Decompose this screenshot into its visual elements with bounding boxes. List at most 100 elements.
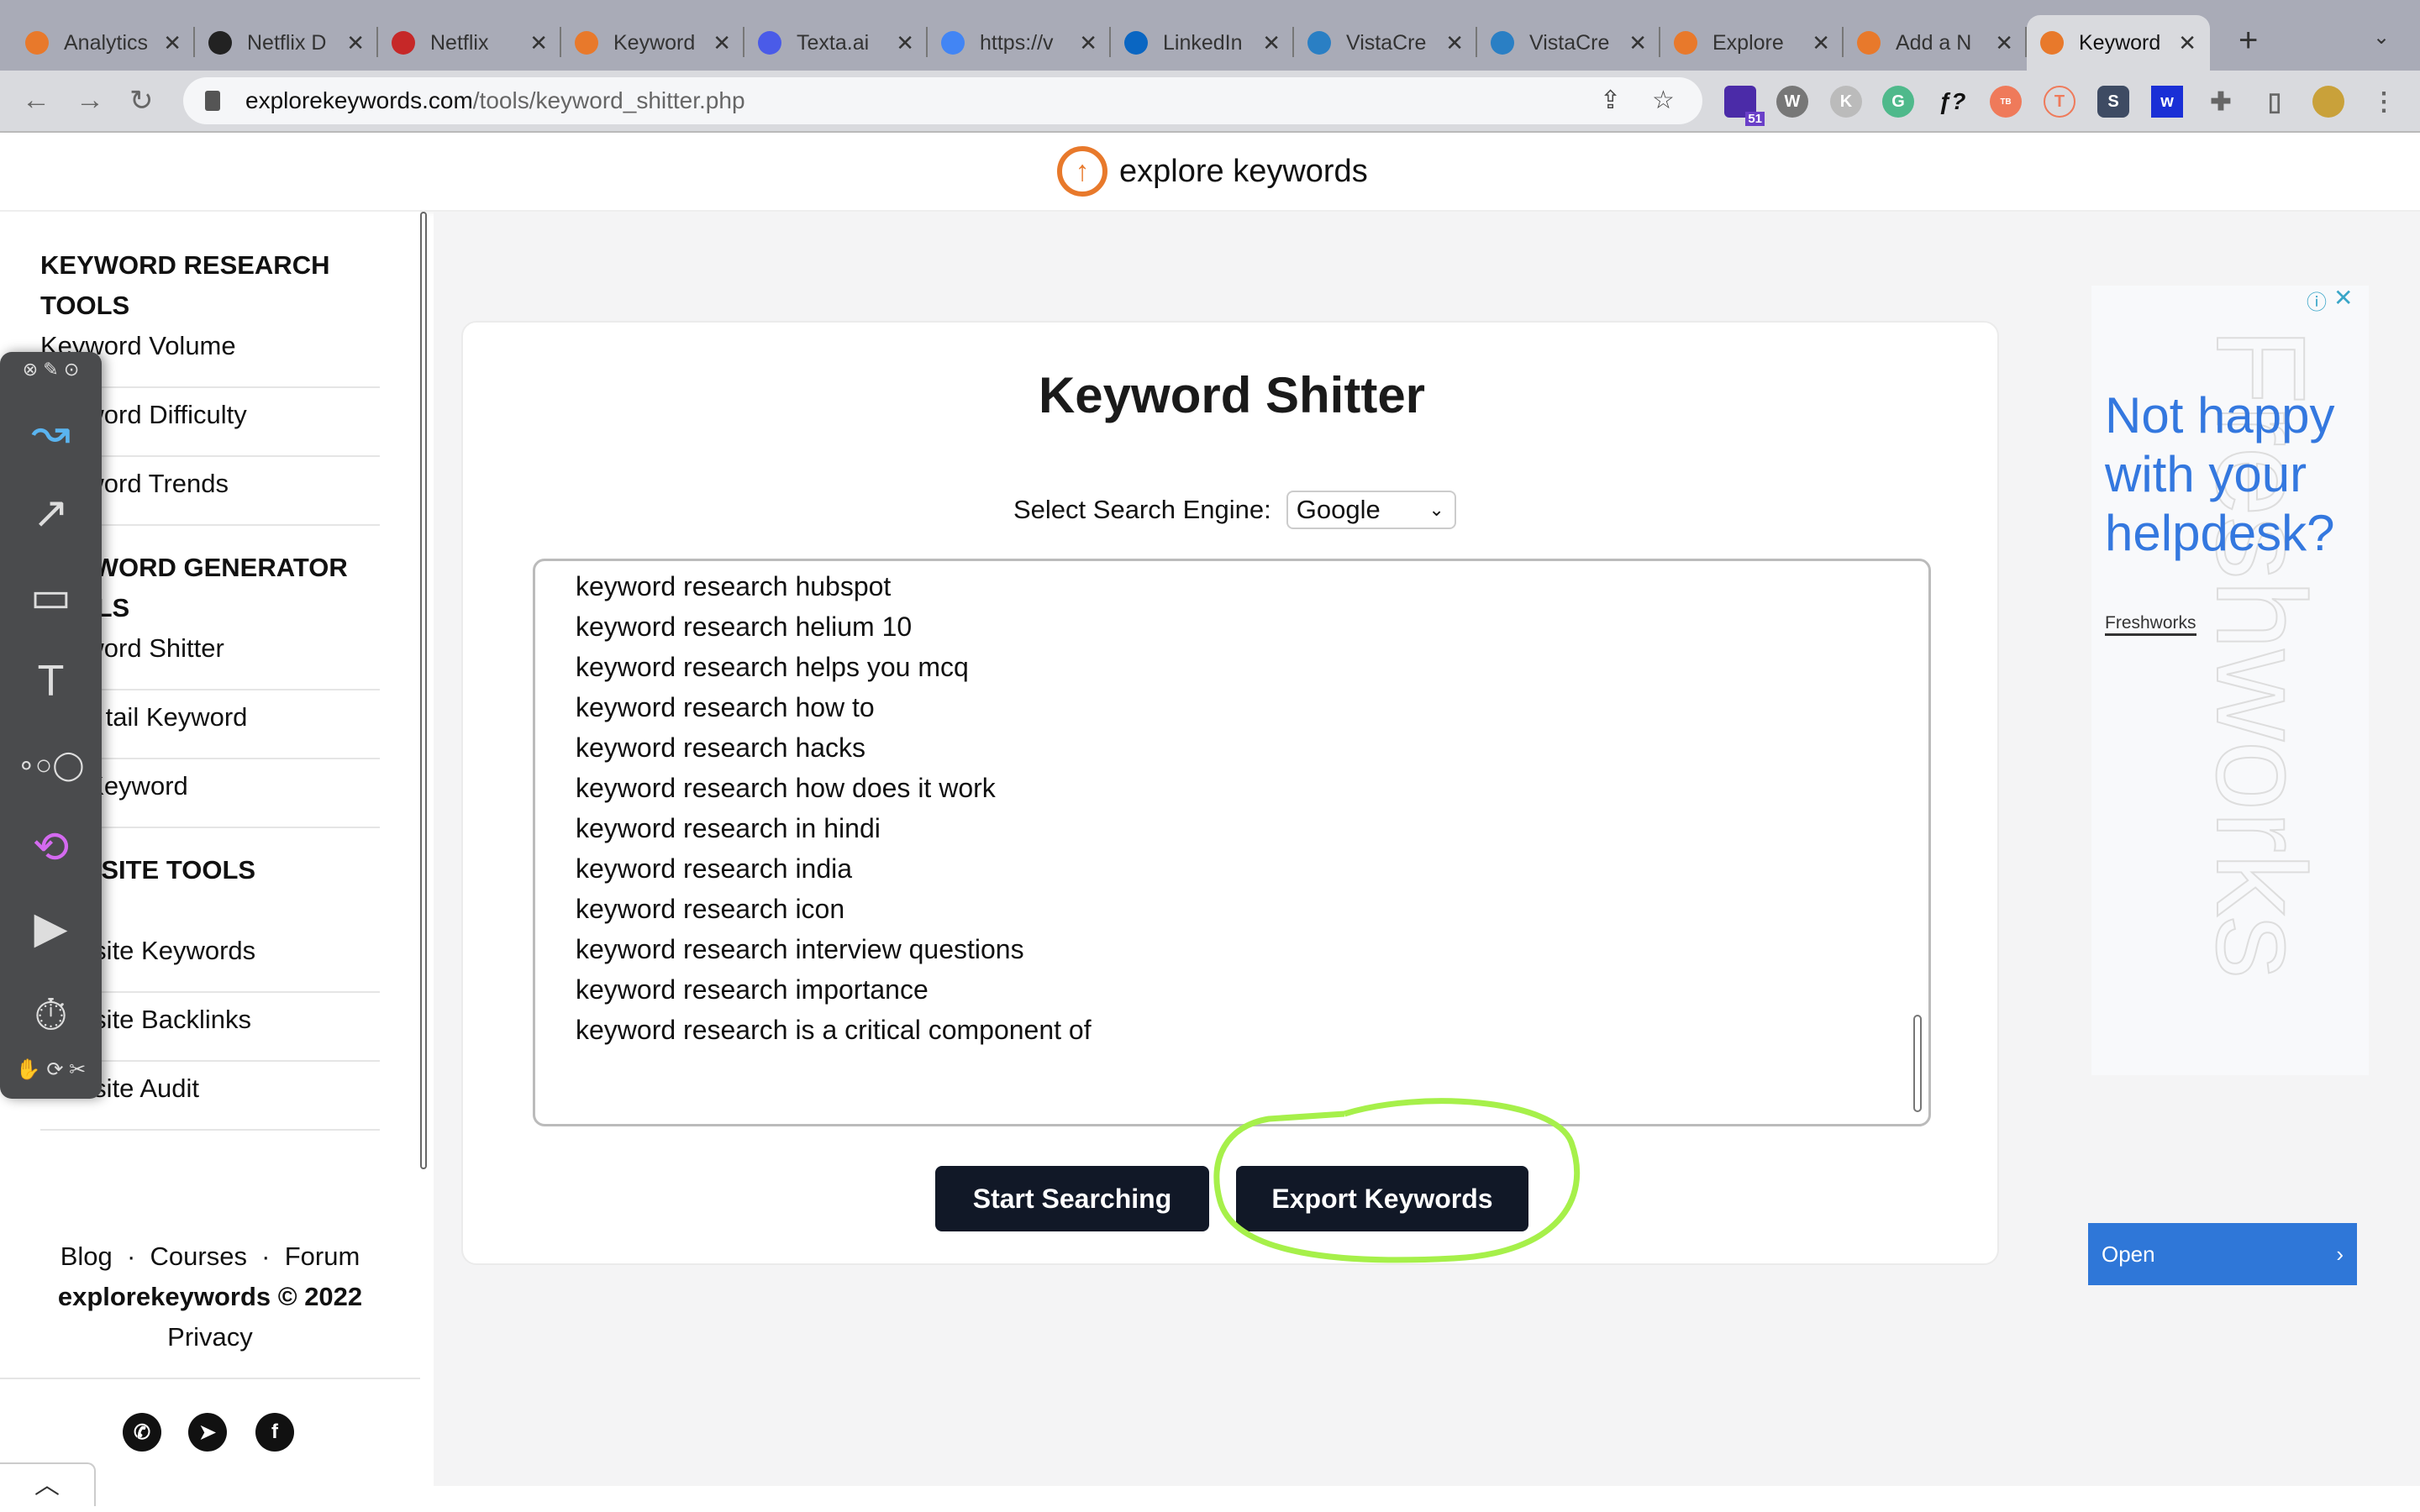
close-tab-icon[interactable]: ✕: [2178, 30, 2196, 56]
whatsapp-icon[interactable]: ✆: [123, 1413, 161, 1452]
close-tab-icon[interactable]: ✕: [1812, 30, 1830, 56]
tab[interactable]: Add a N ✕: [1844, 15, 2027, 71]
keyword-results-textarea[interactable]: keyword research hubspot keyword research…: [533, 559, 1931, 1126]
close-tab-icon[interactable]: ✕: [346, 30, 365, 56]
privacy-link[interactable]: Privacy: [0, 1322, 420, 1352]
close-tab-icon[interactable]: ✕: [1445, 30, 1464, 56]
tab-bar: + ⌄ Analytics ✕ Netflix D ✕ Netflix ✕ Keyword ✕…: [0, 0, 2420, 71]
close-tab-icon[interactable]: ✕: [1628, 30, 1647, 56]
search-engine-row: Select Search Engine: Google ⌄: [1013, 491, 1456, 529]
logo-text: explore keywords: [1119, 153, 1368, 189]
tab[interactable]: Keyword ✕: [2027, 15, 2210, 71]
freehand-arrow-tool-icon[interactable]: ↝: [0, 404, 102, 459]
back-icon[interactable]: ←: [22, 84, 50, 117]
t-extension-icon[interactable]: T: [2044, 86, 2075, 118]
tab-title: Add a N: [1896, 30, 1972, 55]
tab-title: Explore: [1712, 30, 1784, 55]
tab[interactable]: Texta.ai ✕: [744, 15, 928, 71]
tab[interactable]: LinkedIn ✕: [1111, 15, 1294, 71]
text-tool-icon[interactable]: T: [0, 656, 102, 706]
tab[interactable]: https://v ✕: [928, 15, 1111, 71]
blog-link[interactable]: Blog: [60, 1242, 113, 1271]
toolbar-bottom-controls[interactable]: ✋ ⟳ ✂: [0, 1058, 102, 1082]
tab[interactable]: Netflix ✕: [378, 15, 561, 71]
tab-title: Keyword: [613, 30, 696, 55]
keyword-result-line: keyword research hubspot: [576, 571, 892, 601]
sidebar-heading: KEYWORD RESEARCH TOOLS: [40, 250, 330, 320]
forum-link[interactable]: Forum: [285, 1242, 360, 1271]
url-host: explorekeywords.com: [245, 87, 473, 113]
tab[interactable]: Explore ✕: [1660, 15, 1844, 71]
close-tab-icon[interactable]: ✕: [713, 30, 731, 56]
w-extension-icon[interactable]: w: [2151, 86, 2183, 118]
wordpress-extension-icon[interactable]: W: [1776, 86, 1808, 118]
annotation-toolbar: ⊗ ✎ ⊙ ↝ ↗ ▭ T ∘○◯ ⟲ ▶ ⏱ ✋ ⟳ ✂: [0, 352, 102, 1099]
ad-info-icon[interactable]: ⓘ: [2307, 286, 2327, 315]
globe-icon: [208, 31, 232, 55]
url-path: /tools/keyword_shitter.php: [472, 87, 745, 113]
color-cycle-icon[interactable]: ⟲: [0, 822, 102, 873]
tab-search-chevron-icon[interactable]: ⌄: [2373, 25, 2390, 50]
divider: [0, 1378, 420, 1379]
rectangle-tool-icon[interactable]: ▭: [0, 572, 102, 622]
close-tab-icon[interactable]: ✕: [529, 30, 548, 56]
stroke-size-icon[interactable]: ∘○◯: [0, 748, 102, 782]
arrow-tool-icon[interactable]: ↗: [0, 488, 102, 538]
ad-close-icon[interactable]: ✕: [2333, 284, 2353, 312]
close-tab-icon[interactable]: ✕: [1262, 30, 1281, 56]
close-tab-icon[interactable]: ✕: [896, 30, 914, 56]
courses-link[interactable]: Courses: [150, 1242, 247, 1271]
keyword-result-line: keyword research is a critical component…: [576, 1015, 1092, 1045]
keyword-result-line: keyword research icon: [576, 894, 845, 924]
menu-kebab-icon[interactable]: ⋮: [2368, 86, 2400, 118]
site-logo[interactable]: ↑ explore keywords: [1057, 146, 1368, 197]
side-panel-icon[interactable]: ▯: [2259, 86, 2291, 118]
s-extension-icon[interactable]: S: [2097, 86, 2129, 118]
advertisement[interactable]: Freshworks ⓘ ✕ Not happy with your helpd…: [2091, 284, 2369, 1075]
close-tab-icon[interactable]: ✕: [163, 30, 182, 56]
new-tab-button[interactable]: +: [2238, 22, 2258, 60]
copyright: explorekeywords © 2022: [57, 1282, 363, 1311]
extensions-puzzle-icon[interactable]: ✚: [2205, 86, 2237, 118]
extension-icon[interactable]: 51: [1724, 86, 1765, 126]
scroll-up-chevron-icon[interactable]: ︿: [0, 1462, 96, 1506]
telegram-icon[interactable]: ➤: [188, 1413, 227, 1452]
ad-brand[interactable]: Freshworks: [2105, 613, 2196, 636]
close-tab-icon[interactable]: ✕: [1079, 30, 1097, 56]
forward-icon[interactable]: →: [76, 84, 104, 117]
textarea-scrollbar[interactable]: [1913, 1015, 1922, 1112]
timer-icon[interactable]: ⏱: [0, 990, 102, 1042]
formula-extension-icon[interactable]: ƒ?: [1936, 86, 1968, 118]
tab[interactable]: VistaCre ✕: [1294, 15, 1477, 71]
k-extension-icon[interactable]: K: [1830, 86, 1862, 118]
tab[interactable]: Analytics ✕: [12, 15, 195, 71]
search-engine-label: Select Search Engine:: [1013, 495, 1271, 524]
sidebar-scrollbar[interactable]: [420, 212, 427, 1169]
tab-title: VistaCre: [1529, 30, 1610, 55]
tab[interactable]: Netflix D ✕: [195, 15, 378, 71]
profile-avatar[interactable]: [2312, 86, 2344, 118]
explorekeywords-icon: [2040, 31, 2064, 55]
netflix-icon: [392, 31, 415, 55]
ad-open-button[interactable]: Open ›: [2088, 1223, 2357, 1285]
grammarly-extension-icon[interactable]: G: [1882, 86, 1914, 118]
tab-title: Keyword: [2079, 30, 2161, 55]
tab[interactable]: Keyword ✕: [561, 15, 744, 71]
tab-title: Netflix D: [247, 30, 327, 55]
url-bar[interactable]: explorekeywords.com/tools/keyword_shitte…: [183, 77, 1702, 124]
facebook-icon[interactable]: f: [255, 1413, 294, 1452]
reload-icon[interactable]: ↻: [129, 84, 154, 118]
share-icon[interactable]: ⇪: [1600, 86, 1621, 115]
highlight-circle-annotation: [1213, 1098, 1581, 1263]
close-tab-icon[interactable]: ✕: [1995, 30, 2013, 56]
tab[interactable]: VistaCre ✕: [1477, 15, 1660, 71]
chevron-down-icon: ⌄: [1428, 499, 1444, 520]
bookmark-star-icon[interactable]: ☆: [1652, 86, 1675, 115]
toolbar-top-controls[interactable]: ⊗ ✎ ⊙: [0, 359, 102, 381]
play-icon[interactable]: ▶: [0, 903, 102, 953]
search-engine-select[interactable]: Google ⌄: [1286, 491, 1456, 529]
toolzbuy-extension-icon[interactable]: TB: [1990, 86, 2022, 118]
footer-links: Blog · Courses · Forum: [60, 1242, 360, 1271]
start-searching-button[interactable]: Start Searching: [935, 1166, 1209, 1231]
tab-title: https://v: [980, 30, 1054, 55]
